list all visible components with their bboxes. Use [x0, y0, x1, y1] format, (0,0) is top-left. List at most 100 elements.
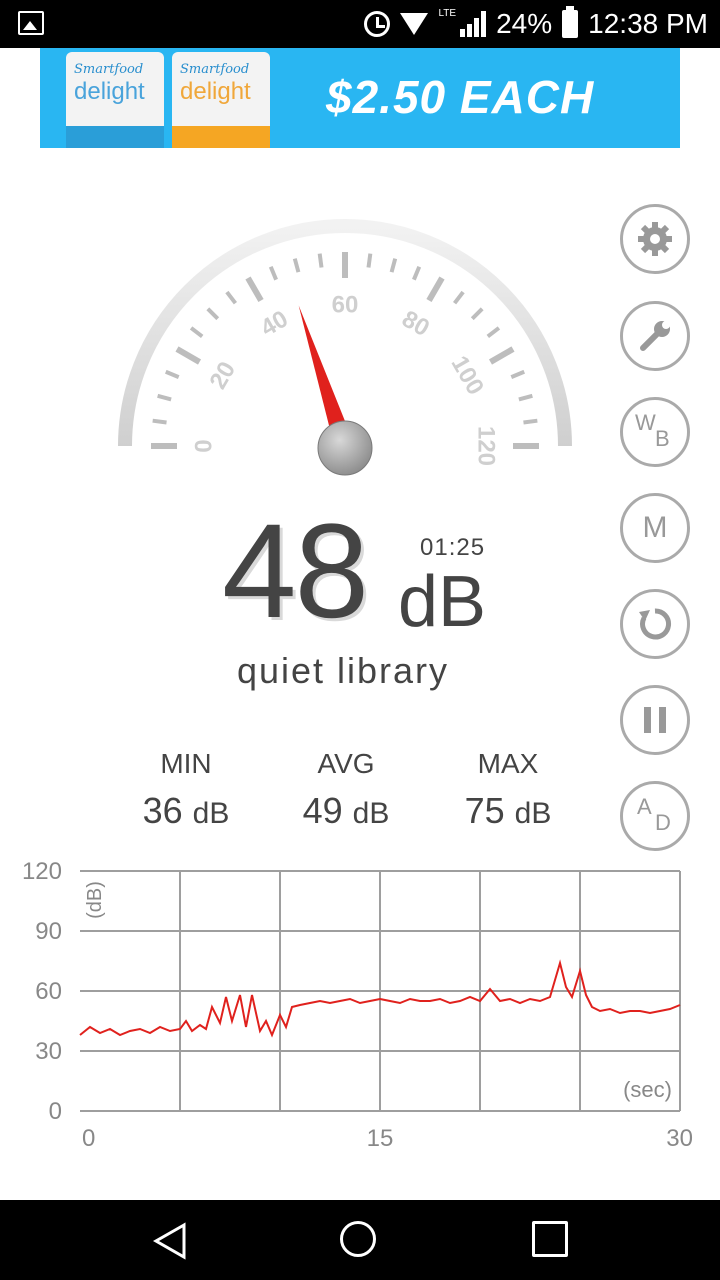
wrench-icon [640, 321, 670, 351]
max-stat: MAX 75 dB [428, 748, 588, 832]
chart-x-tick-label: 0 [82, 1125, 95, 1152]
ad-letter-d: D [655, 810, 671, 835]
calibrate-button[interactable] [620, 301, 690, 371]
alarm-icon [364, 11, 391, 37]
gauge-minor-tick [470, 307, 484, 321]
gauge-minor-tick [523, 418, 538, 425]
gauge-minor-tick [152, 418, 167, 425]
min-value-row: 36 dB [106, 790, 266, 832]
gauge-minor-tick [486, 326, 501, 339]
ad-bag-strip [172, 126, 270, 148]
pause-button[interactable] [620, 685, 690, 755]
gauge-minor-tick [389, 258, 398, 273]
avg-value-row: 49 dB [266, 790, 426, 832]
avg-unit: dB [352, 797, 390, 830]
chart-y-tick-label: 60 [35, 978, 62, 1005]
ad-brand-label: Smartfood [74, 62, 144, 77]
gear-icon [638, 222, 672, 256]
gauge-minor-tick [206, 307, 220, 321]
max-value: 75 [464, 790, 505, 831]
gauge-minor-tick [268, 266, 278, 281]
chart-y-tick-label: 90 [35, 918, 62, 945]
max-label: MAX [477, 748, 539, 779]
sound-level-gauge: 0 20 40 60 80 100 120 [118, 219, 572, 476]
settings-button[interactable] [620, 204, 690, 274]
ad-icon: A D [635, 794, 675, 836]
avg-stat: AVG 49 dB [266, 748, 426, 832]
wifi-icon [400, 13, 429, 35]
gauge-minor-tick [225, 290, 238, 305]
ad-product-bag-2: Smartfood delight [172, 52, 270, 148]
gauge-minor-tick [165, 369, 180, 379]
reset-button[interactable] [620, 589, 690, 659]
back-button-icon[interactable] [152, 1222, 188, 1260]
ad-remove-button[interactable]: A D [620, 781, 690, 851]
gauge-label: 60 [332, 291, 359, 318]
white-balance-button[interactable]: W B [620, 397, 690, 467]
reset-icon [639, 608, 672, 640]
m-icon: M [642, 511, 668, 544]
gauge-minor-tick [412, 266, 422, 281]
battery-percent: 24% [496, 8, 553, 39]
gauge-minor-tick [510, 369, 525, 379]
gauge-minor-tick [366, 253, 373, 268]
recent-apps-button-icon[interactable] [532, 1221, 568, 1257]
max-hold-button[interactable]: M [620, 493, 690, 563]
gauge-minor-tick [157, 393, 172, 402]
ad-product-bag-1: Smartfood delight [66, 52, 164, 148]
min-value: 36 [142, 790, 183, 831]
ad-product-name: delight [180, 78, 251, 105]
status-bar: LTE 24% 12:38 PM [0, 0, 720, 48]
pause-icon [644, 707, 666, 733]
gallery-notification-icon [18, 11, 44, 35]
gauge-label: 20 [204, 357, 241, 394]
gauge-minor-tick [189, 326, 204, 339]
avg-value: 49 [302, 790, 343, 831]
navigation-bar [0, 1200, 720, 1280]
chart-y-tick-label: 30 [35, 1038, 62, 1065]
chart-y-tick-label: 0 [49, 1098, 62, 1125]
chart-y-axis-label: (dB) [84, 881, 106, 919]
current-db-unit: dB [398, 562, 487, 642]
ad-letter-a: A [637, 794, 652, 819]
ad-bag-strip [66, 126, 164, 148]
home-button-icon[interactable] [340, 1221, 376, 1257]
signal-icon [460, 11, 487, 37]
ad-price-text: $2.50 EACH [326, 71, 595, 123]
avg-label: AVG [317, 748, 375, 779]
ad-banner[interactable]: Smartfood delight Smartfood delight $2.5… [40, 48, 680, 148]
gauge-minor-tick [292, 258, 301, 273]
ad-product-name: delight [74, 78, 145, 105]
gauge-minor-tick [518, 393, 533, 402]
db-history-chart: 0 30 60 90 120 0 15 30 (dB) (sec) [22, 858, 693, 1152]
gauge-label: 100 [446, 351, 489, 399]
gauge-major-tick [175, 346, 202, 365]
gauge-label: 120 [473, 426, 500, 466]
gauge-label: 0 [190, 439, 217, 452]
status-icons: LTE 24% 12:38 PM [364, 0, 708, 48]
min-stat: MIN 36 dB [106, 748, 266, 832]
ad-brand-label: Smartfood [180, 62, 250, 77]
chart-y-tick-label: 120 [22, 858, 62, 885]
gauge-major-tick [426, 276, 445, 303]
chart-grid [80, 870, 681, 1112]
wb-letter-b: B [655, 426, 670, 451]
current-db-value: 48 [222, 497, 369, 646]
wb-letter-w: W [635, 410, 656, 435]
lte-label: LTE [438, 8, 457, 19]
max-unit: dB [514, 797, 552, 830]
gauge-major-tick [245, 276, 264, 303]
noise-description: quiet library [236, 650, 450, 691]
gauge-label: 40 [256, 305, 293, 342]
chart-y-tick-labels: 0 30 60 90 120 [22, 858, 62, 1125]
min-unit: dB [192, 797, 230, 830]
elapsed-timer: 01:25 [420, 534, 486, 561]
clock: 12:38 PM [588, 8, 708, 39]
min-label: MIN [160, 748, 212, 779]
gauge-minor-tick [452, 290, 465, 305]
chart-x-axis-label: (sec) [623, 1077, 672, 1102]
chart-x-tick-labels: 0 15 30 [82, 1125, 693, 1152]
white-balance-icon: W B [635, 410, 675, 452]
chart-x-tick-label: 15 [367, 1125, 394, 1152]
gauge-minor-tick [317, 253, 324, 268]
